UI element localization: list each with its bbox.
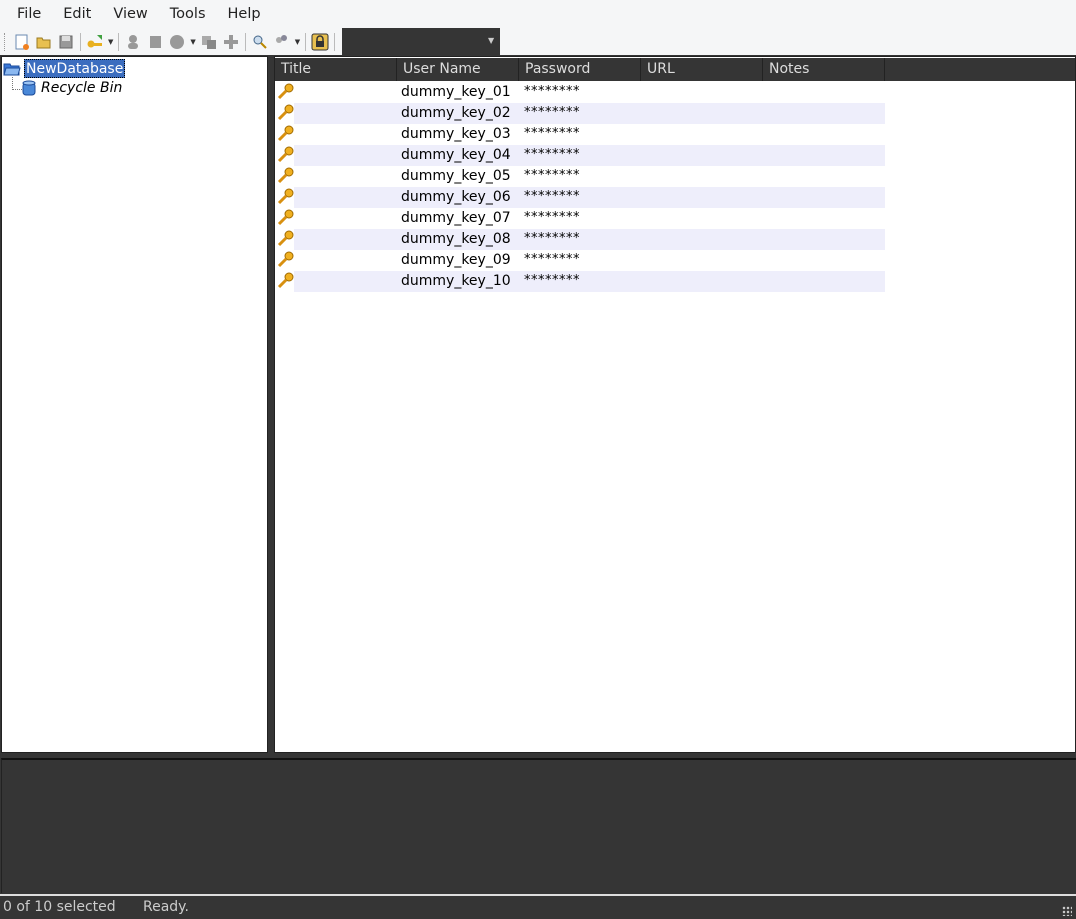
key-icon — [277, 272, 294, 289]
table-row[interactable]: dummy_key_03 ******** — [275, 124, 1075, 145]
row-background — [294, 124, 885, 145]
generate-icon[interactable] — [271, 31, 293, 53]
menu-file[interactable]: File — [6, 6, 52, 22]
cell-user-name: dummy_key_07 — [401, 210, 511, 226]
key-icon — [277, 146, 294, 163]
key-icon — [277, 125, 294, 142]
cell-user-name: dummy_key_09 — [401, 252, 511, 268]
save-icon[interactable] — [55, 31, 77, 53]
row-background — [294, 166, 885, 187]
status-bar: 0 of 10 selected Ready. — [0, 894, 1076, 919]
cell-user-name: dummy_key_05 — [401, 168, 511, 184]
entry-detail-panel — [1, 758, 1076, 893]
cell-password: ******** — [524, 210, 580, 225]
column-header-url[interactable]: URL — [641, 58, 763, 81]
cell-password: ******** — [524, 147, 580, 162]
cell-password: ******** — [524, 231, 580, 246]
resize-grip-icon[interactable] — [1062, 906, 1072, 916]
cell-user-name: dummy_key_08 — [401, 231, 511, 247]
copy-password-icon[interactable] — [220, 31, 242, 53]
cell-password: ******** — [524, 105, 580, 120]
edit-entry-icon[interactable] — [122, 31, 144, 53]
group-icon[interactable] — [166, 31, 188, 53]
toolbar-grip[interactable] — [4, 32, 7, 51]
delete-entry-icon[interactable] — [144, 31, 166, 53]
table-row[interactable]: dummy_key_04 ******** — [275, 145, 1075, 166]
column-header-notes[interactable]: Notes — [763, 58, 885, 81]
find-icon[interactable] — [249, 31, 271, 53]
add-entry-icon[interactable] — [84, 31, 106, 53]
key-icon — [277, 209, 294, 226]
menu-bar: File Edit View Tools Help — [0, 0, 1076, 28]
key-icon — [277, 251, 294, 268]
toolbar: ▼ ▼ ▼ ▼ — [0, 28, 1076, 55]
row-background — [294, 103, 885, 124]
status-text: Ready. — [143, 899, 189, 915]
tree-node-label: NewDatabase — [24, 59, 126, 78]
cell-user-name: dummy_key_02 — [401, 105, 511, 121]
cell-user-name: dummy_key_03 — [401, 126, 511, 142]
menu-edit[interactable]: Edit — [52, 6, 102, 22]
menu-help[interactable]: Help — [217, 6, 272, 22]
cell-user-name: dummy_key_10 — [401, 273, 511, 289]
table-row[interactable]: dummy_key_09 ******** — [275, 250, 1075, 271]
table-row[interactable]: dummy_key_06 ******** — [275, 187, 1075, 208]
row-background — [294, 82, 885, 103]
key-icon — [277, 167, 294, 184]
entry-list[interactable]: Title User Name Password URL Notes dummy… — [274, 56, 1076, 753]
cell-password: ******** — [524, 273, 580, 288]
table-row[interactable]: dummy_key_01 ******** — [275, 82, 1075, 103]
new-database-icon[interactable] — [11, 31, 33, 53]
menu-tools[interactable]: Tools — [159, 6, 217, 22]
lock-icon[interactable] — [309, 31, 331, 53]
cell-password: ******** — [524, 252, 580, 267]
add-entry-dropdown-icon[interactable]: ▼ — [108, 38, 113, 46]
cell-password: ******** — [524, 84, 580, 99]
quick-find-combo[interactable]: ▼ — [342, 28, 501, 55]
row-background — [294, 187, 885, 208]
recycle-bin-icon — [22, 80, 36, 96]
selection-count: 0 of 10 selected — [3, 899, 116, 915]
row-background — [294, 271, 885, 292]
tree-node-recycle-bin[interactable]: Recycle Bin — [22, 80, 122, 96]
table-row[interactable]: dummy_key_10 ******** — [275, 271, 1075, 292]
key-icon — [277, 230, 294, 247]
key-icon — [277, 188, 294, 205]
menu-view[interactable]: View — [102, 6, 158, 22]
generate-dropdown-icon[interactable]: ▼ — [295, 38, 300, 46]
column-header-user-name[interactable]: User Name — [397, 58, 519, 81]
table-row[interactable]: dummy_key_02 ******** — [275, 103, 1075, 124]
list-header: Title User Name Password URL Notes — [275, 58, 1075, 81]
cell-user-name: dummy_key_04 — [401, 147, 511, 163]
cell-password: ******** — [524, 189, 580, 204]
table-row[interactable]: dummy_key_07 ******** — [275, 208, 1075, 229]
column-header-password[interactable]: Password — [519, 58, 641, 81]
tree-connector — [12, 77, 22, 90]
cell-password: ******** — [524, 126, 580, 141]
tree-node-label: Recycle Bin — [41, 80, 123, 96]
open-database-icon[interactable] — [33, 31, 55, 53]
table-row[interactable]: dummy_key_08 ******** — [275, 229, 1075, 250]
tree-node-root[interactable]: NewDatabase — [3, 59, 126, 78]
row-background — [294, 145, 885, 166]
key-icon — [277, 83, 294, 100]
cell-user-name: dummy_key_01 — [401, 84, 511, 100]
key-icon — [277, 104, 294, 121]
row-background — [294, 229, 885, 250]
cell-user-name: dummy_key_06 — [401, 189, 511, 205]
copy-username-icon[interactable] — [198, 31, 220, 53]
group-tree[interactable]: NewDatabase Recycle Bin — [1, 56, 268, 753]
row-background — [294, 208, 885, 229]
table-row[interactable]: dummy_key_05 ******** — [275, 166, 1075, 187]
column-header-title[interactable]: Title — [275, 58, 397, 81]
folder-open-icon — [3, 63, 21, 75]
row-background — [294, 250, 885, 271]
cell-password: ******** — [524, 168, 580, 183]
chevron-down-icon[interactable]: ▼ — [488, 36, 494, 45]
group-dropdown-icon[interactable]: ▼ — [190, 38, 195, 46]
